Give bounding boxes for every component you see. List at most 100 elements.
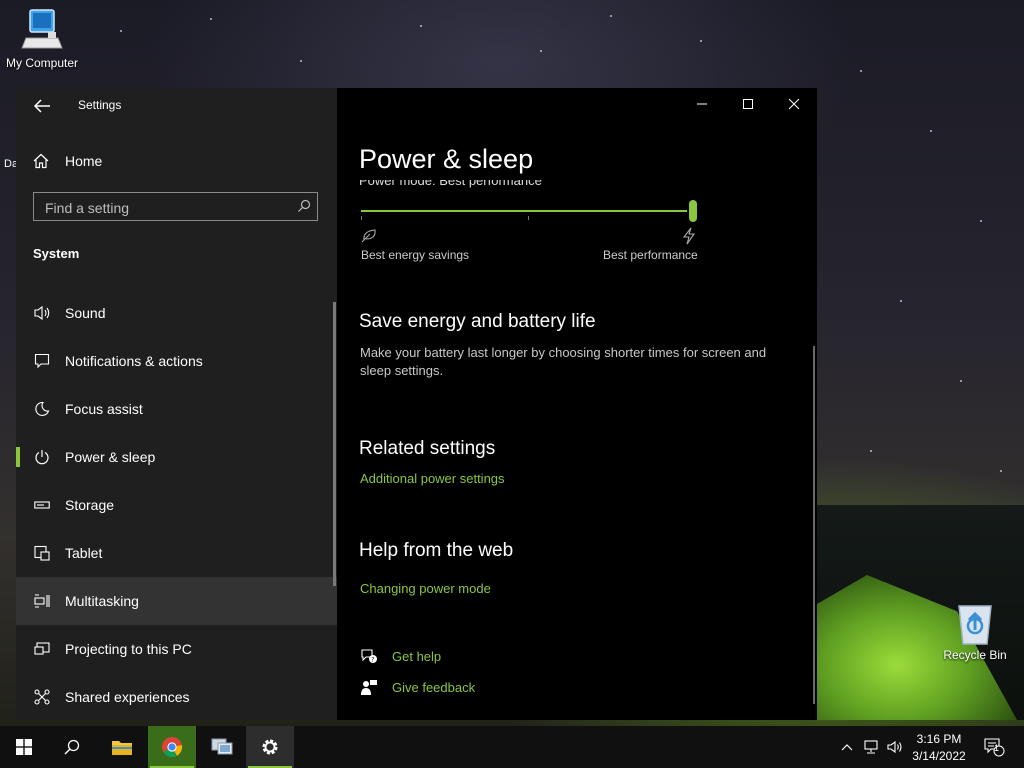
- nav-item-label: Notifications & actions: [65, 353, 203, 369]
- nav-item-label: Shared experiences: [65, 689, 190, 705]
- related-settings-heading: Related settings: [359, 438, 496, 459]
- save-energy-text: Make your battery last longer by choosin…: [360, 345, 767, 378]
- nav-item-shared-experiences[interactable]: Shared experiences: [16, 673, 337, 721]
- gear-icon: [262, 739, 278, 755]
- close-icon: [788, 98, 800, 110]
- desktop-icon-recycle-bin[interactable]: Recycle Bin: [933, 600, 1017, 662]
- search-box[interactable]: [33, 192, 318, 222]
- nav-home[interactable]: Home: [16, 142, 337, 180]
- recycle-bin-icon: [958, 605, 992, 645]
- network-icon: [864, 740, 878, 754]
- power-mode-slider-track[interactable]: [361, 210, 687, 212]
- minimize-icon: [697, 103, 707, 105]
- clock-time: 3:16 PM: [916, 732, 962, 746]
- power-mode-label: Power mode: Best performance: [359, 180, 542, 190]
- nav-item-storage[interactable]: Storage: [16, 481, 337, 529]
- nav-item-multitasking[interactable]: Multitasking: [16, 577, 337, 625]
- feedback-icon: [361, 680, 377, 695]
- file-explorer-button[interactable]: [98, 726, 146, 768]
- nav-scrollbar[interactable]: [333, 302, 336, 586]
- nav-item-sound[interactable]: Sound: [16, 289, 337, 337]
- back-arrow-icon: [33, 99, 50, 113]
- tablet-icon: [34, 545, 50, 561]
- nav-item-focus-assist[interactable]: Focus assist: [16, 385, 337, 433]
- desktop-icon-label: My Computer: [5, 56, 79, 70]
- slider-tick: [528, 216, 529, 220]
- nav-item-label: Focus assist: [65, 401, 143, 417]
- chrome-icon: [162, 737, 183, 758]
- clock-date: 3/14/2022: [912, 749, 966, 763]
- nav-item-label: Multitasking: [65, 593, 139, 609]
- notification-icon: [34, 353, 50, 369]
- chevron-up-icon: [841, 744, 853, 751]
- nav-item-notifications[interactable]: Notifications & actions: [16, 337, 337, 385]
- nav-item-tablet[interactable]: Tablet: [16, 529, 337, 577]
- home-icon: [33, 153, 49, 169]
- help-from-web-heading: Help from the web: [359, 540, 514, 561]
- computer-icon: [21, 9, 63, 49]
- window-title: Settings: [78, 98, 122, 112]
- nav-item-power-sleep[interactable]: Power & sleep: [16, 433, 337, 481]
- taskbar-clock[interactable]: 3:16 PM 3/14/2022: [904, 731, 974, 765]
- network-tray-button[interactable]: [860, 726, 882, 768]
- moon-icon: [35, 401, 50, 417]
- settings-window: Settings Home System Sound: [16, 88, 817, 720]
- minimize-button[interactable]: [679, 88, 725, 120]
- lightning-icon: [682, 227, 696, 245]
- leaf-icon: [361, 229, 376, 243]
- shared-icon: [34, 689, 50, 705]
- nav-item-projecting[interactable]: Projecting to this PC: [16, 625, 337, 673]
- notification-count-badge: 1: [994, 743, 1000, 753]
- search-input[interactable]: [34, 193, 297, 222]
- power-mode-slider-thumb[interactable]: [689, 200, 697, 222]
- get-help-label: Get help: [392, 648, 442, 664]
- window-controls: [679, 88, 817, 120]
- folder-icon: [112, 741, 132, 755]
- start-button[interactable]: [0, 726, 48, 768]
- projecting-icon: [34, 642, 50, 655]
- slider-left-caption: Best energy savings: [361, 248, 470, 262]
- close-button[interactable]: [771, 88, 817, 120]
- give-feedback-label: Give feedback: [392, 679, 476, 695]
- speaker-icon: [34, 305, 50, 321]
- settings-nav-pane: Settings Home System Sound: [16, 88, 337, 720]
- nav-item-label: Projecting to this PC: [65, 641, 192, 657]
- power-icon: [35, 450, 49, 465]
- nav-section-label: System: [33, 246, 80, 261]
- storage-icon: [34, 501, 50, 509]
- settings-taskbar-button[interactable]: [246, 726, 294, 768]
- nav-list: Sound Notifications & actions Focus assi…: [16, 289, 337, 721]
- settings-content-pane: Power & sleep Power mode: Best performan…: [337, 88, 817, 720]
- svg-text:?: ?: [371, 657, 374, 664]
- selected-indicator: [16, 447, 20, 467]
- desktop-icon-my-computer[interactable]: My Computer: [0, 8, 84, 70]
- show-hidden-icons-button[interactable]: [838, 726, 856, 768]
- search-taskbar-button[interactable]: [48, 726, 96, 768]
- nav-home-label: Home: [65, 153, 103, 169]
- get-help-link[interactable]: ? Get help: [360, 648, 441, 664]
- slider-right-caption: Best performance: [603, 248, 698, 262]
- page-title: Power & sleep: [359, 144, 534, 174]
- action-center-button[interactable]: 1: [980, 726, 1008, 768]
- search-icon[interactable]: [297, 199, 311, 213]
- changing-power-mode-link[interactable]: Changing power mode: [360, 581, 491, 596]
- additional-power-settings-link[interactable]: Additional power settings: [360, 471, 505, 486]
- search-icon: [64, 739, 80, 755]
- content-scrollbar[interactable]: [813, 346, 815, 704]
- multitasking-icon: [34, 594, 50, 608]
- back-button[interactable]: [30, 94, 54, 118]
- volume-tray-button[interactable]: [884, 726, 906, 768]
- windows-logo-icon: [16, 739, 32, 755]
- maximize-button[interactable]: [725, 88, 771, 120]
- nav-item-label: Sound: [65, 305, 106, 321]
- give-feedback-link[interactable]: Give feedback: [360, 679, 475, 695]
- nav-item-label: Tablet: [65, 545, 103, 561]
- chrome-button[interactable]: [148, 726, 196, 768]
- chat-help-icon: ?: [361, 649, 377, 664]
- desktop-icon-label: Recycle Bin: [943, 648, 1007, 662]
- maximize-icon: [743, 99, 753, 109]
- taskbar: 3:16 PM 3/14/2022 1: [0, 726, 1024, 768]
- computer-screens-icon: [211, 738, 233, 755]
- control-panel-button[interactable]: [198, 726, 246, 768]
- slider-tick: [361, 216, 362, 220]
